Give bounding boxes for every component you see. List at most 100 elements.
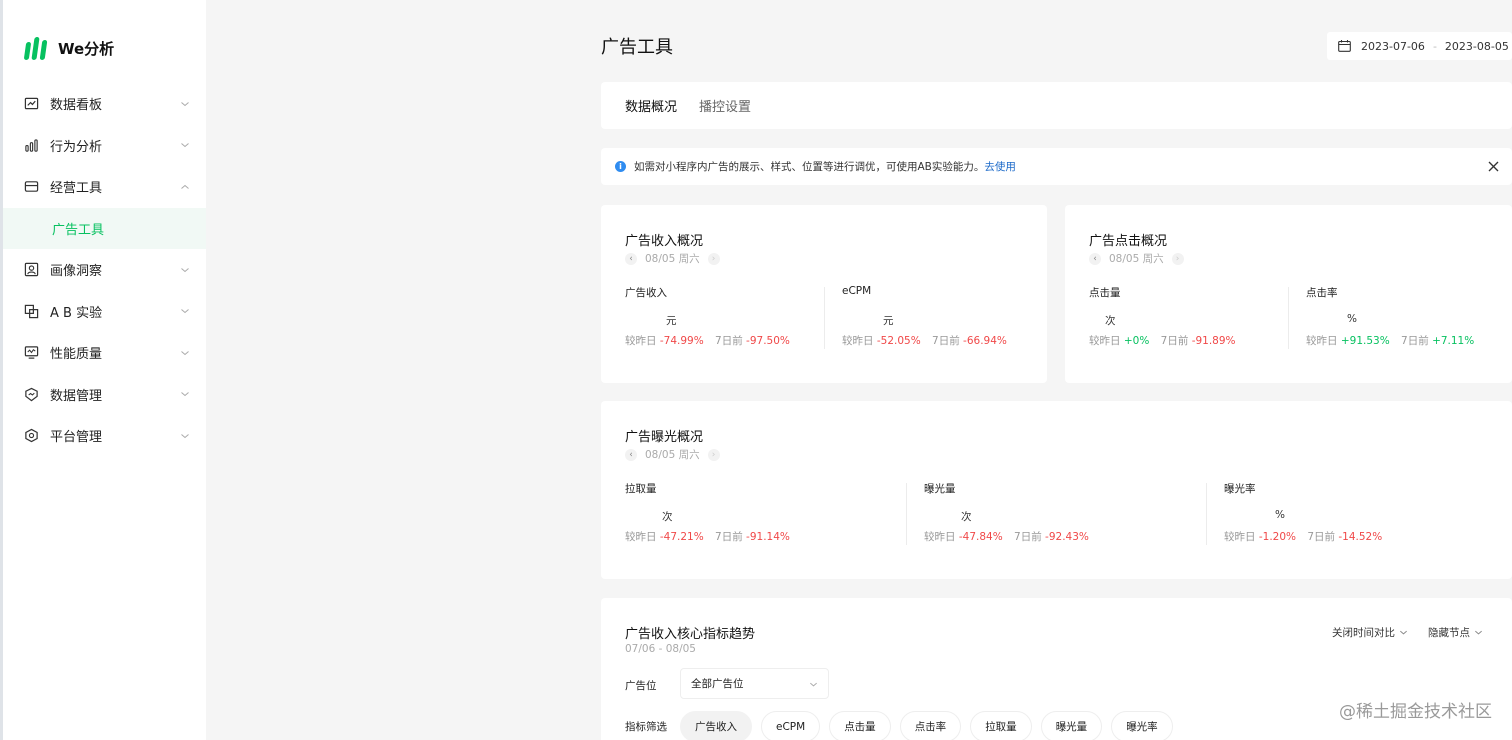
compare-week-value: -92.43% [1045, 531, 1089, 543]
prev-day-icon[interactable]: ‹ [625, 252, 637, 265]
compare-week-label: 7日前 [1014, 531, 1042, 543]
compare-day-label: 较昨日 [1089, 335, 1121, 347]
close-icon[interactable] [1487, 160, 1500, 173]
date-text: 08/05 周六 [645, 449, 700, 461]
metric-filter-chips: 广告收入 eCPM 点击量 点击率 拉取量 曝光量 曝光率 [680, 711, 1182, 740]
date-nav: ‹ 08/05 周六 › [1089, 251, 1184, 266]
exposure-overview-card: 广告曝光概况 ‹ 08/05 周六 › 拉取量 次 较昨日 -47.21% 7日… [601, 401, 1512, 579]
compare-day-label: 较昨日 [1224, 531, 1256, 543]
sidebar-item-dashboard[interactable]: 数据看板 [3, 83, 206, 125]
time-compare-dropdown[interactable]: 关闭时间对比 [1332, 625, 1408, 640]
sidebar-item-behavior[interactable]: 行为分析 [3, 125, 206, 167]
revenue-overview-card: 广告收入概况 ‹ 08/05 周六 › 广告收入 元 较昨日 -74.99% 7… [601, 205, 1047, 383]
ad-slot-select[interactable]: 全部广告位 [680, 668, 829, 699]
compare-week-value: -66.94% [963, 335, 1007, 347]
sidebar-item-ab-test[interactable]: A B 实验 [3, 291, 206, 333]
filter-chip-fetches[interactable]: 拉取量 [970, 711, 1032, 740]
prev-day-icon[interactable]: ‹ [1089, 252, 1101, 265]
filter-chip-exposures[interactable]: 曝光量 [1040, 711, 1103, 740]
storefront-icon [23, 179, 39, 195]
notice-text: 如需对小程序内广告的展示、样式、位置等进行调优，可使用AB实验能力。 [634, 161, 985, 173]
chart-line-icon [23, 96, 39, 112]
chevron-down-icon [181, 143, 189, 148]
shield-icon [23, 386, 39, 402]
compare-day-value: -74.99% [659, 335, 704, 347]
sidebar-item-label: 性能质量 [50, 347, 103, 363]
chevron-down-icon [181, 350, 189, 355]
metric-compare: 较昨日 -1.20% 7日前 -14.52% [1224, 529, 1382, 544]
dropdown-label: 隐藏节点 [1428, 627, 1470, 639]
chevron-down-icon [181, 267, 189, 272]
sidebar-item-platform[interactable]: 平台管理 [3, 415, 206, 457]
settings-hex-icon [23, 428, 39, 444]
chevron-down-icon [1475, 630, 1482, 635]
date-end: 2023-08-05 [1444, 39, 1509, 53]
metric-label: 曝光量 [924, 483, 956, 495]
dropdown-label: 关闭时间对比 [1332, 627, 1395, 639]
app-logo[interactable]: We分析 [23, 36, 115, 60]
app-name: We分析 [58, 39, 115, 58]
ad-slot-label: 广告位 [625, 680, 657, 692]
metric-unit: 次 [662, 511, 673, 523]
sidebar-item-label: 经营工具 [50, 181, 103, 197]
metric-exposure-rate: 曝光率 % 较昨日 -1.20% 7日前 -14.52% [1224, 481, 1484, 551]
compare-day-label: 较昨日 [625, 531, 657, 543]
compare-week-label: 7日前 [715, 335, 743, 347]
tab-data-overview[interactable]: 数据概况 [625, 96, 677, 115]
notice-link[interactable]: 去使用 [984, 159, 1016, 174]
compare-week-value: -97.50% [746, 335, 790, 347]
sidebar-item-label: 数据管理 [50, 388, 103, 404]
divider [824, 287, 825, 349]
metric-unit: 元 [666, 315, 677, 327]
sidebar-item-label: 平台管理 [50, 430, 103, 446]
compare-day-value: -47.84% [958, 531, 1003, 543]
tab-playback-settings[interactable]: 播控设置 [699, 96, 751, 115]
next-day-icon[interactable]: › [707, 448, 720, 461]
compare-week-value: -91.89% [1191, 335, 1236, 347]
filter-chip-click-rate[interactable]: 点击率 [899, 711, 962, 740]
metric-exposures: 曝光量 次 较昨日 -47.84% 7日前 -92.43% [924, 481, 1184, 551]
metric-compare: 较昨日 +91.53% 7日前 +7.11% [1306, 333, 1474, 348]
date-start: 2023-07-06 [1361, 39, 1425, 53]
sidebar-item-data-management[interactable]: 数据管理 [3, 374, 206, 416]
filter-chip-ecpm[interactable]: eCPM [761, 711, 821, 740]
filter-chip-clicks[interactable]: 点击量 [829, 711, 891, 740]
metric-fetches: 拉取量 次 较昨日 -47.21% 7日前 -91.14% [625, 481, 885, 551]
metric-ad-revenue: 广告收入 元 较昨日 -74.99% 7日前 -97.50% [625, 285, 815, 355]
date-range-picker[interactable]: 2023-07-06 - 2023-08-05 [1327, 32, 1512, 60]
click-overview-card: 广告点击概况 ‹ 08/05 周六 › 点击量 次 较昨日 +0% 7日前 -9… [1065, 205, 1512, 383]
sidebar-subitem-ad-tools[interactable]: 广告工具 [3, 207, 206, 249]
prev-day-icon[interactable]: ‹ [625, 448, 637, 461]
compare-day-value: -1.20% [1258, 531, 1296, 543]
filter-chip-exposure-rate[interactable]: 曝光率 [1111, 711, 1173, 740]
sidebar-item-portrait[interactable]: 画像洞察 [3, 249, 206, 291]
metric-ecpm: eCPM 元 较昨日 -52.05% 7日前 -66.94% [842, 285, 1032, 355]
sidebar-nav: 数据看板 行为分析 经营工具 广告工具 画像洞察 A B 实验 性能质量 数据管… [3, 83, 206, 457]
sidebar-item-performance[interactable]: 性能质量 [3, 332, 206, 374]
calendar-icon [1338, 40, 1351, 52]
sidebar-item-operations[interactable]: 经营工具 [3, 166, 206, 208]
date-text: 08/05 周六 [1109, 253, 1164, 265]
bar-chart-icon [23, 137, 39, 153]
compare-week-value: -91.14% [746, 531, 790, 543]
compare-week-value: -14.52% [1338, 531, 1383, 543]
metric-label: 点击量 [1089, 287, 1121, 299]
compare-week-label: 7日前 [1307, 531, 1336, 543]
metric-label: 拉取量 [625, 483, 657, 495]
section-title: 广告收入概况 [625, 234, 704, 249]
next-day-icon[interactable]: › [707, 252, 720, 265]
logo-mark-icon [23, 36, 48, 60]
tab-bar: 数据概况 播控设置 [601, 82, 1512, 129]
ab-test-icon [23, 303, 39, 319]
metric-compare: 较昨日 -52.05% 7日前 -66.94% [842, 333, 1007, 348]
metric-unit: 次 [1105, 315, 1116, 327]
chevron-down-icon [181, 101, 189, 106]
compare-week-value: +7.11% [1432, 335, 1475, 347]
next-day-icon[interactable]: › [1171, 252, 1184, 265]
filter-chip-ad-revenue[interactable]: 广告收入 [680, 711, 752, 740]
compare-week-label: 7日前 [1160, 335, 1189, 347]
metric-compare: 较昨日 -47.21% 7日前 -91.14% [625, 529, 790, 544]
compare-day-label: 较昨日 [1306, 335, 1338, 347]
section-title: 广告曝光概况 [625, 430, 704, 445]
node-toggle-dropdown[interactable]: 隐藏节点 [1428, 625, 1483, 640]
